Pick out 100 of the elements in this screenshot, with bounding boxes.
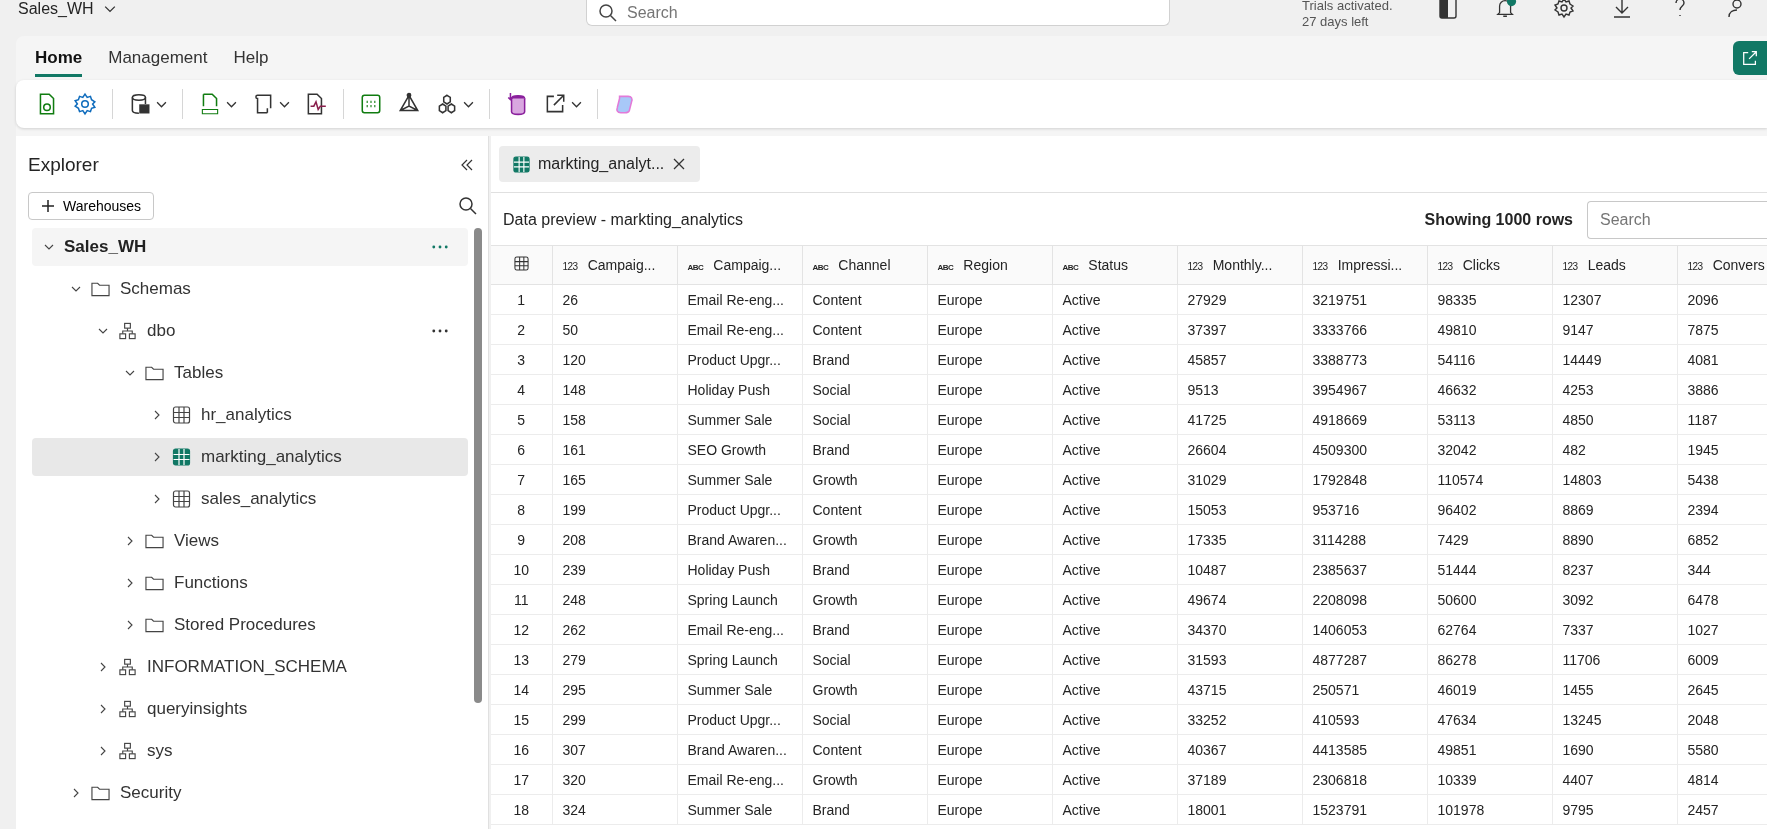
table-cell: 7875 bbox=[1677, 314, 1767, 345]
column-header[interactable]: 123 Convers bbox=[1677, 245, 1767, 285]
tree-item[interactable]: hr_analytics bbox=[32, 396, 468, 434]
column-type-label: 123 bbox=[1312, 261, 1328, 272]
table-cell: 5580 bbox=[1677, 734, 1767, 765]
select-all-cell[interactable] bbox=[491, 245, 552, 285]
table-cell: Brand bbox=[802, 554, 927, 585]
chevron-down-icon bbox=[71, 284, 81, 294]
table-cell: 262 bbox=[552, 614, 677, 645]
table-cell: 10487 bbox=[1177, 554, 1302, 585]
column-header[interactable]: ABC Region bbox=[927, 245, 1052, 285]
table-cell: 248 bbox=[552, 584, 677, 615]
table-cell: 9513 bbox=[1177, 374, 1302, 405]
tree-item[interactable]: Schemas bbox=[32, 270, 468, 308]
plus-icon bbox=[41, 199, 55, 213]
table-cell: 2394 bbox=[1677, 494, 1767, 525]
tree-item[interactable]: INFORMATION_SCHEMA bbox=[32, 648, 468, 686]
table-cell: 26604 bbox=[1177, 434, 1302, 465]
table-cell: 3388773 bbox=[1302, 344, 1427, 375]
column-header[interactable]: 123 Leads bbox=[1552, 245, 1677, 285]
table-cell: 49851 bbox=[1427, 734, 1552, 765]
table-cell: Europe bbox=[927, 764, 1052, 795]
table-cell: 45857 bbox=[1177, 344, 1302, 375]
table-cell: Europe bbox=[927, 584, 1052, 615]
row-number: 3 bbox=[491, 344, 552, 375]
table-cell: Summer Sale bbox=[677, 674, 802, 705]
table-cell: 9147 bbox=[1552, 314, 1677, 345]
add-warehouse-button[interactable]: Warehouses bbox=[28, 192, 155, 220]
table-cell: Brand Awaren... bbox=[677, 524, 802, 555]
table-cell: 2096 bbox=[1677, 284, 1767, 315]
collapse-icon[interactable] bbox=[460, 158, 474, 172]
table-cell: Active bbox=[1052, 344, 1177, 375]
table-cell: 4918669 bbox=[1302, 404, 1427, 435]
table-cell: 120 bbox=[552, 344, 677, 375]
tree-item[interactable]: Views bbox=[32, 522, 468, 560]
table-cell: Europe bbox=[927, 734, 1052, 765]
tree-item[interactable]: dbo bbox=[32, 312, 468, 350]
tree-item[interactable]: queryinsights bbox=[32, 690, 468, 728]
table-cell: Europe bbox=[927, 674, 1052, 705]
table-cell: Spring Launch bbox=[677, 644, 802, 675]
table-cell: Content bbox=[802, 284, 927, 315]
table-cell: 51444 bbox=[1427, 554, 1552, 585]
ribbon-tab[interactable]: Home bbox=[35, 39, 83, 77]
panel-toggle-icon[interactable] bbox=[1436, 0, 1459, 19]
row-count: Showing 1000 rows bbox=[1424, 211, 1573, 229]
tree-item-label: hr_analytics bbox=[201, 405, 292, 425]
table-cell: 32042 bbox=[1427, 434, 1552, 465]
column-header[interactable]: ABC Status bbox=[1052, 245, 1177, 285]
tree-item-label: dbo bbox=[147, 321, 176, 341]
search-icon[interactable] bbox=[458, 196, 478, 216]
more-options-icon[interactable] bbox=[432, 329, 448, 333]
chevron-down-icon[interactable] bbox=[103, 3, 116, 15]
tree-item[interactable]: Tables bbox=[32, 354, 468, 392]
search-field[interactable]: Search bbox=[586, 0, 1170, 26]
tree-item[interactable]: markting_analytics bbox=[32, 438, 468, 476]
tree-item[interactable]: sales_analytics bbox=[32, 480, 468, 518]
column-header[interactable]: 123 Monthly... bbox=[1177, 245, 1302, 285]
column-label: Status bbox=[1088, 257, 1129, 273]
table-cell: Social bbox=[802, 404, 927, 435]
column-header[interactable]: ABC Channel bbox=[802, 245, 927, 285]
close-icon[interactable] bbox=[672, 157, 687, 171]
table-cell: 86278 bbox=[1427, 644, 1552, 675]
ribbon-tab[interactable]: Management bbox=[108, 39, 208, 77]
column-header[interactable]: 123 Impressi... bbox=[1302, 245, 1427, 285]
scrollbar[interactable] bbox=[474, 228, 482, 703]
table-cell: Active bbox=[1052, 734, 1177, 765]
tree-item[interactable]: sys bbox=[32, 732, 468, 770]
table-cell: Europe bbox=[927, 344, 1052, 375]
column-type-label: ABC bbox=[812, 263, 829, 272]
tree-item-label: Schemas bbox=[120, 279, 191, 299]
tree-item[interactable]: Stored Procedures bbox=[32, 606, 468, 644]
share-button[interactable] bbox=[1733, 41, 1767, 75]
trial-status-text: Trials activated. bbox=[1302, 0, 1393, 14]
table-cell: 3333766 bbox=[1302, 314, 1427, 345]
table-cell: 37397 bbox=[1177, 314, 1302, 345]
person-icon[interactable] bbox=[1726, 0, 1743, 19]
row-number: 7 bbox=[491, 464, 552, 495]
table-cell: 6009 bbox=[1677, 644, 1767, 675]
column-header[interactable]: ABC Campaig... bbox=[677, 245, 802, 285]
editor-tab[interactable]: markting_analyt... bbox=[499, 146, 701, 182]
column-header[interactable]: 123 Campaig... bbox=[552, 245, 677, 285]
search-field[interactable]: Search bbox=[1587, 201, 1767, 239]
chevron-down-icon bbox=[44, 242, 54, 252]
table-cell: 8237 bbox=[1552, 554, 1677, 585]
table-cell: Growth bbox=[802, 674, 927, 705]
table-cell: 482 bbox=[1552, 434, 1677, 465]
tree-item[interactable]: Security bbox=[32, 774, 468, 812]
bell-icon[interactable] bbox=[1494, 0, 1517, 19]
table-cell: Active bbox=[1052, 494, 1177, 525]
ribbon-tab[interactable]: Help bbox=[233, 39, 269, 77]
tree-item[interactable]: Sales_WH bbox=[32, 228, 468, 266]
column-header[interactable]: 123 Clicks bbox=[1427, 245, 1552, 285]
workspace-name[interactable]: Sales_WH bbox=[18, 0, 94, 18]
row-number: 6 bbox=[491, 434, 552, 465]
folder-icon bbox=[91, 280, 110, 298]
settings-icon[interactable] bbox=[1552, 0, 1575, 19]
tree-item-label: Tables bbox=[174, 363, 224, 383]
hierarchy-icon bbox=[118, 742, 137, 760]
tree-item[interactable]: Functions bbox=[32, 564, 468, 602]
folder-icon bbox=[145, 532, 164, 550]
